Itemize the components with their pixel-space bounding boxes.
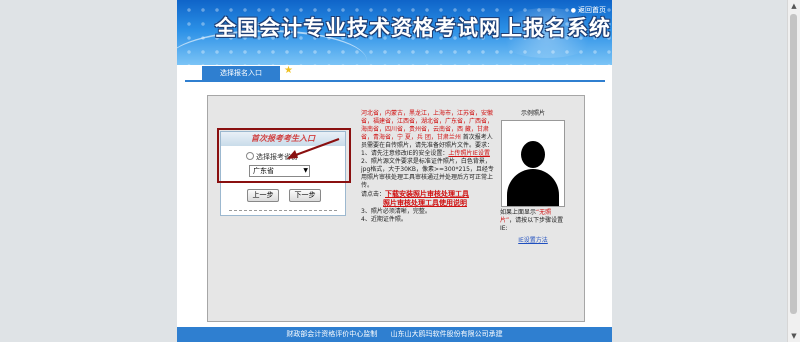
home-link[interactable]: ● 返回首页: [571, 5, 606, 15]
silhouette-head: [521, 141, 545, 168]
star-icon: ★: [284, 65, 293, 76]
prev-step-button[interactable]: 上一步: [247, 189, 279, 202]
bullet-icon: ●: [570, 7, 576, 14]
instructions-text: 河北省，内蒙古，黑龙江，上海市，江苏省，安徽省，福建省，江西省，湖北省，广东省，…: [361, 110, 496, 224]
photo-note: 如果上面显示“无照片”，请按以下步骤设置IE:: [500, 209, 566, 233]
tool-manual-link[interactable]: 照片审核处理工具使用说明: [383, 199, 467, 207]
page-container: 全国会计专业技术资格考试网上报名系统 ● 返回首页 选择报名入口 ★ 首次报考考生…: [177, 0, 612, 342]
step-4: 4、近期证件照。: [361, 216, 407, 223]
vertical-scrollbar[interactable]: ▲ ▼: [787, 0, 800, 342]
main-panel: 首次报考考生入口 选择报考省份 广东省 ▼ 上一步 下一步 河北省，内蒙古，黑龙…: [207, 95, 585, 322]
dashed-divider: [229, 210, 337, 211]
system-title: 全国会计专业技术资格考试网上报名系统: [215, 15, 611, 40]
step-1-text: 1、请先注意修改IE的安全设置：: [361, 150, 449, 157]
next-step-button[interactable]: 下一步: [289, 189, 321, 202]
scrollbar-thumb[interactable]: [790, 14, 797, 314]
step-3: 3、照片必须清晰，完整。: [361, 208, 431, 215]
sample-photo: [501, 120, 565, 207]
manual-row: 照片审核处理工具使用说明: [361, 199, 496, 208]
footer: 财政部会计资格评价中心监制 山东山大鸥玛软件股份有限公司承建: [177, 327, 612, 342]
photo-note-prefix: 如果上面显示: [500, 209, 537, 216]
photo-note-suffix: ，请按以下步骤设置IE:: [500, 217, 564, 232]
home-link-label: 返回首页: [578, 6, 606, 14]
ie-settings-link[interactable]: IE设置方法: [500, 237, 566, 245]
sample-photo-title: 示例照片: [520, 110, 545, 117]
download-prefix: 请点击：: [361, 191, 386, 198]
tab-select-entry[interactable]: 选择报名入口: [202, 66, 280, 80]
scroll-down-icon[interactable]: ▼: [788, 330, 800, 342]
sample-photo-column: 示例照片 如果上面显示“无照片”，请按以下步骤设置IE: IE设置方法: [500, 110, 566, 245]
step-1: 1、请先注意修改IE的安全设置：上传照片IE设置: [361, 150, 496, 158]
step-2: 2、照片源文件要求是标准证件照片，白色背景，jpg格式，大于30KB，像素>=3…: [361, 158, 494, 189]
download-tool-link[interactable]: 下载安装照片审核处理工具: [385, 190, 469, 198]
tab-bar: 选择报名入口 ★: [185, 65, 605, 82]
header-banner: 全国会计专业技术资格考试网上报名系统 ● 返回首页: [177, 0, 612, 65]
footer-builder: 山东山大鸥玛软件股份有限公司承建: [390, 330, 503, 338]
footer-supervisor: 财政部会计资格评价中心监制: [286, 330, 378, 338]
province-list-paragraph: 河北省，内蒙古，黑龙江，上海市，江苏省，安徽省，福建省，江西省，湖北省，广东省，…: [361, 110, 496, 150]
scroll-up-icon[interactable]: ▲: [788, 0, 800, 12]
silhouette-body: [507, 169, 559, 206]
ie-upload-settings-link[interactable]: 上传照片IE设置: [448, 150, 490, 157]
annotation-arrow-icon: [287, 138, 340, 159]
download-row: 请点击：下载安装照片审核处理工具: [361, 190, 496, 199]
